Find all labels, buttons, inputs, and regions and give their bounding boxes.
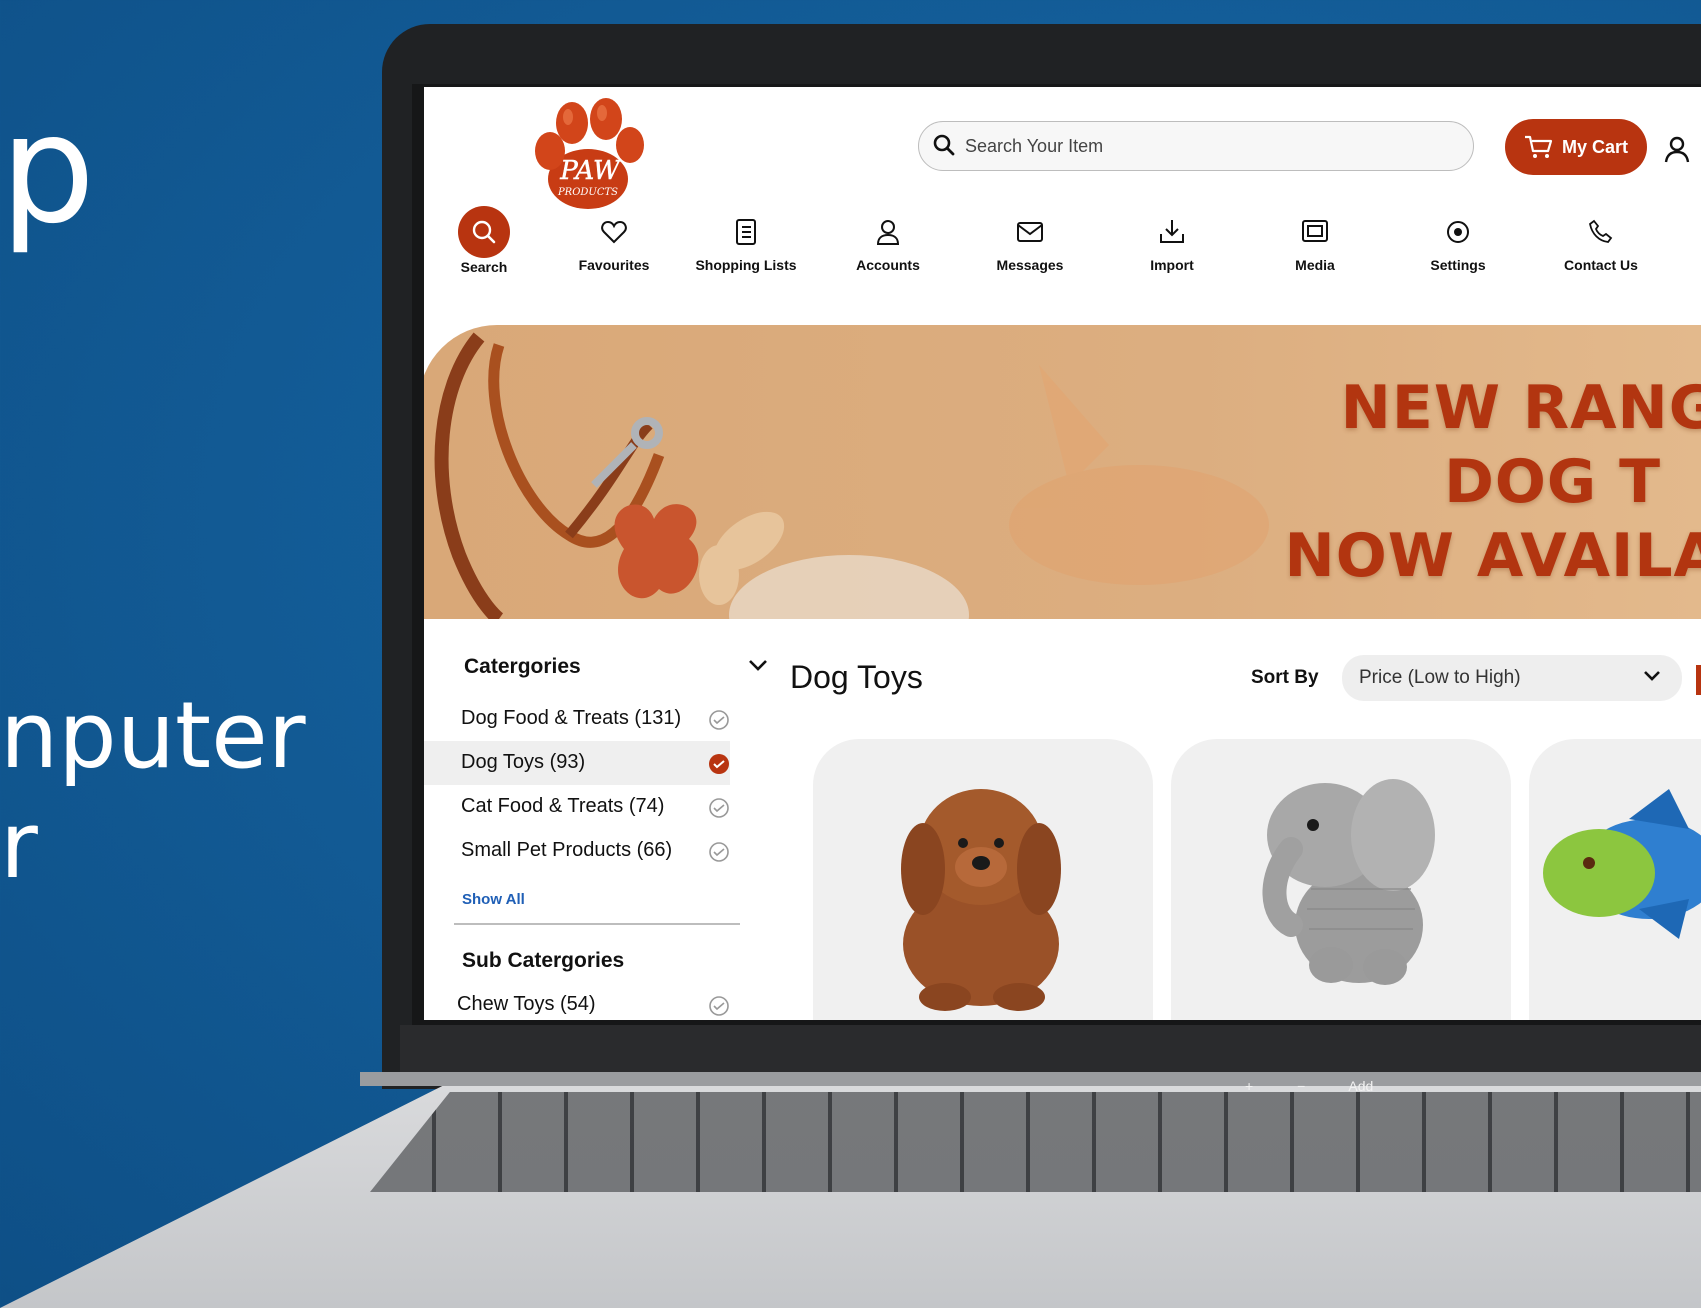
nav-favourites[interactable]: Favourites [549, 209, 679, 273]
fish-toy-image [1543, 789, 1701, 939]
subcategory-label: Chew Toys (54) [457, 993, 596, 1015]
checked-circle-icon [709, 754, 729, 774]
mail-icon [1017, 222, 1043, 242]
nav-search[interactable]: Search [424, 206, 549, 275]
unchecked-circle-icon [709, 798, 729, 818]
sort-value: Price (Low to High) [1359, 667, 1521, 688]
category-item-dog-food-treats[interactable]: Dog Food & Treats (131) [424, 697, 730, 741]
paw-products-logo[interactable]: PAW PRODUCTS [524, 93, 652, 211]
nav-label: Messages [996, 257, 1064, 273]
account-icon[interactable] [1664, 135, 1694, 165]
nav-label: Import [1150, 257, 1194, 273]
banner-line: DOG T [1444, 447, 1661, 517]
nav-label: Search [460, 259, 508, 275]
list-icon [736, 219, 756, 245]
nav-label: Media [1295, 257, 1335, 273]
unchecked-circle-icon [709, 996, 729, 1016]
eye-icon [1447, 221, 1469, 243]
touchbar-add[interactable]: Add [1348, 1078, 1373, 1094]
banner-line: NOW AVAILA [1284, 521, 1701, 591]
product-card-brown-puppy[interactable] [813, 739, 1153, 1020]
nav-settings[interactable]: Settings [1393, 209, 1523, 273]
heart-icon [601, 220, 627, 244]
page-title: Dog Toys [790, 659, 923, 695]
nav-import[interactable]: Import [1107, 209, 1237, 273]
banner-headline: NEW RANGE DOG T NOW AVAILA [1285, 371, 1701, 593]
sort-dropdown[interactable]: Price (Low to High) [1342, 655, 1682, 701]
filter-button-edge[interactable] [1696, 665, 1701, 695]
product-card-fish-toy[interactable] [1529, 739, 1701, 1020]
subcategories-heading: Sub Catergories [462, 949, 625, 972]
nav-contact-us[interactable]: Contact Us [1536, 209, 1666, 273]
nav-shopping-lists[interactable]: Shopping Lists [681, 209, 811, 273]
nav-label: Accounts [856, 257, 920, 273]
svg-text:PRODUCTS: PRODUCTS [557, 187, 618, 198]
category-label: Dog Food & Treats (131) [461, 707, 682, 729]
promo-headline-fragment: r [0, 792, 38, 899]
grey-elephant-plush-image [1262, 779, 1435, 985]
phone-icon [1589, 219, 1613, 243]
unchecked-circle-icon [709, 710, 729, 730]
category-item-small-pet-products[interactable]: Small Pet Products (66) [424, 829, 730, 873]
sidebar-divider [454, 923, 740, 925]
nav-messages[interactable]: Messages [965, 209, 1095, 273]
cart-icon [1524, 135, 1553, 158]
laptop-bezel [400, 1025, 1701, 1075]
category-label: Small Pet Products (66) [461, 839, 673, 861]
category-label: Dog Toys (93) [461, 751, 586, 773]
search-icon [472, 220, 496, 244]
media-icon [1302, 220, 1328, 242]
unchecked-circle-icon [709, 842, 729, 862]
chevron-down-icon [1644, 671, 1660, 681]
nav-label: Contact Us [1564, 257, 1638, 273]
svg-text:PAW: PAW [559, 156, 622, 186]
user-icon [876, 220, 900, 245]
sort-label: Sort By [1251, 667, 1319, 688]
brown-puppy-plush-image [901, 789, 1061, 1011]
search-icon [933, 134, 955, 156]
show-all-link[interactable]: Show All [462, 891, 525, 908]
laptop-hinge [360, 1072, 1701, 1086]
promo-headline-fragment: nputer [0, 682, 306, 789]
category-label: Cat Food & Treats (74) [461, 795, 665, 817]
laptop-keyboard [370, 1092, 1701, 1192]
nav-media[interactable]: Media [1250, 209, 1380, 273]
promo-headline-fragment: p [0, 83, 96, 257]
search-input[interactable] [963, 130, 1447, 162]
touchbar-minus[interactable]: − [1297, 1078, 1305, 1094]
nav-label: Shopping Lists [695, 257, 797, 273]
promo-banner[interactable]: NEW RANGE DOG T NOW AVAILA [424, 325, 1701, 619]
chevron-down-icon[interactable] [747, 657, 769, 673]
nav-label: Settings [1430, 257, 1486, 273]
cart-label: My Cart [1561, 136, 1628, 157]
subcategory-item-chew-toys[interactable]: Chew Toys (54) [424, 983, 729, 1020]
category-item-cat-food-treats[interactable]: Cat Food & Treats (74) [424, 785, 730, 829]
touchbar-plus[interactable]: + [1245, 1078, 1253, 1094]
nav-label: Favourites [578, 257, 650, 273]
laptop-screen: PAW PRODUCTS My Cart Search F [424, 87, 1701, 1020]
nav-accounts[interactable]: Accounts [823, 209, 953, 273]
search-bar [918, 121, 1474, 171]
touch-bar: + − Add [1245, 1078, 1413, 1094]
import-icon [1160, 220, 1184, 243]
banner-line: NEW RANGE [1340, 373, 1701, 443]
categories-heading: Catergories [464, 655, 581, 678]
category-item-dog-toys[interactable]: Dog Toys (93) [424, 741, 730, 785]
my-cart-button[interactable]: My Cart [1505, 119, 1647, 175]
product-card-grey-elephant[interactable] [1171, 739, 1511, 1020]
